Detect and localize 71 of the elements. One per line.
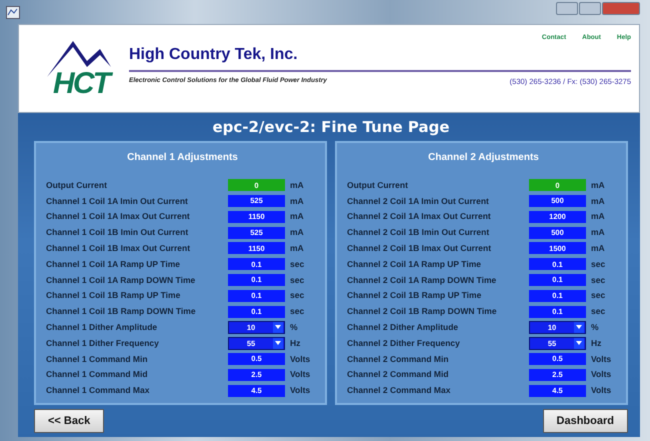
unit-label: mA <box>290 210 304 224</box>
unit-label: sec <box>290 274 304 286</box>
unit-label: Volts <box>290 352 310 366</box>
field-label: Output Current <box>347 178 409 192</box>
page-title: epc-2/evc-2: Fine Tune Page <box>211 116 451 138</box>
app-icon <box>6 6 20 19</box>
field-label: Channel 2 Command Mid <box>347 368 450 382</box>
unit-label: sec <box>591 305 606 318</box>
field-label: Channel 2 Command Min <box>347 352 450 366</box>
unit-label: mA <box>290 178 304 192</box>
field-label: Channel 1 Command Mid <box>46 368 149 382</box>
panel-title: Channel 2 Adjustments <box>427 151 540 166</box>
unit-label: Volts <box>290 368 310 382</box>
unit-label: sec <box>591 274 606 286</box>
logo-text: HCT <box>53 67 111 98</box>
caret-icon <box>275 341 281 346</box>
unit-label: Hz <box>591 336 602 350</box>
field-label: Channel 1 Coil 1A Ramp DOWN Time <box>46 274 196 286</box>
field-label: Channel 2 Command Max <box>347 384 452 397</box>
field-label: Channel 2 Coil 1A Ramp DOWN Time <box>347 274 498 286</box>
unit-label: mA <box>290 194 304 208</box>
dashboard-button[interactable]: Dashboard <box>542 408 628 433</box>
maximize-button[interactable] <box>579 2 601 15</box>
unit-label: Volts <box>591 368 612 382</box>
unit-label: Volts <box>290 384 310 397</box>
panel-title: Channel 1 Adjustments <box>126 151 239 166</box>
unit-label: mA <box>290 226 304 239</box>
unit-label: Volts <box>591 352 612 366</box>
unit-label: % <box>591 321 599 334</box>
field-label: Channel 2 Coil 1A Imax Out Current <box>347 210 492 224</box>
field-label: Channel 2 Coil 1B Imin Out Current <box>347 226 490 239</box>
field-label: Channel 2 Dither Frequency <box>347 336 461 350</box>
close-button[interactable] <box>602 2 640 15</box>
field-label: Channel 1 Coil 1B Imin Out Current <box>46 226 190 239</box>
unit-label: sec <box>591 258 606 271</box>
unit-label: mA <box>591 210 605 224</box>
back-button[interactable]: << Back <box>34 408 104 433</box>
unit-label: Hz <box>290 336 300 350</box>
field-label: Channel 1 Coil 1A Ramp UP Time <box>46 258 181 271</box>
unit-label: mA <box>591 242 605 255</box>
field-label: Channel 2 Coil 1B Ramp UP Time <box>347 289 482 302</box>
field-label: Channel 1 Dither Amplitude <box>46 321 158 334</box>
field-label: Channel 1 Coil 1A Imax Out Current <box>46 210 191 224</box>
field-label: Channel 1 Coil 1B Ramp DOWN Time <box>46 305 197 318</box>
field-label: Channel 2 Coil 1B Imax Out Current <box>347 242 492 255</box>
field-label: Channel 2 Coil 1A Imin Out Current <box>347 194 490 208</box>
field-label: Output Current <box>46 178 108 192</box>
unit-label: sec <box>290 305 304 318</box>
unit-label: sec <box>290 258 304 271</box>
field-label: Channel 1 Dither Frequency <box>46 336 160 350</box>
field-label: Channel 1 Command Max <box>46 384 150 397</box>
caret-icon <box>576 341 582 346</box>
company-name: High Country Tek, Inc. <box>129 44 299 65</box>
minimize-button[interactable] <box>556 2 578 15</box>
caret-icon <box>576 325 582 330</box>
unit-label: % <box>290 321 298 334</box>
caret-icon <box>275 325 281 330</box>
field-label: Channel 2 Coil 1A Ramp UP Time <box>347 258 482 271</box>
unit-label: mA <box>591 194 605 208</box>
unit-label: mA <box>591 178 605 192</box>
field-label: Channel 1 Coil 1B Imax Out Current <box>46 242 192 255</box>
unit-label: sec <box>591 289 606 302</box>
field-label: Channel 1 Coil 1B Ramp UP Time <box>46 289 182 302</box>
field-label: Channel 1 Coil 1A Imin Out Current <box>46 194 189 208</box>
unit-label: sec <box>290 289 304 302</box>
unit-label: Volts <box>591 384 612 397</box>
field-label: Channel 2 Dither Amplitude <box>347 321 460 334</box>
field-label: Channel 1 Command Min <box>46 352 149 366</box>
unit-label: mA <box>591 226 605 239</box>
unit-label: mA <box>290 242 304 255</box>
field-label: Channel 2 Coil 1B Ramp DOWN Time <box>347 305 498 318</box>
